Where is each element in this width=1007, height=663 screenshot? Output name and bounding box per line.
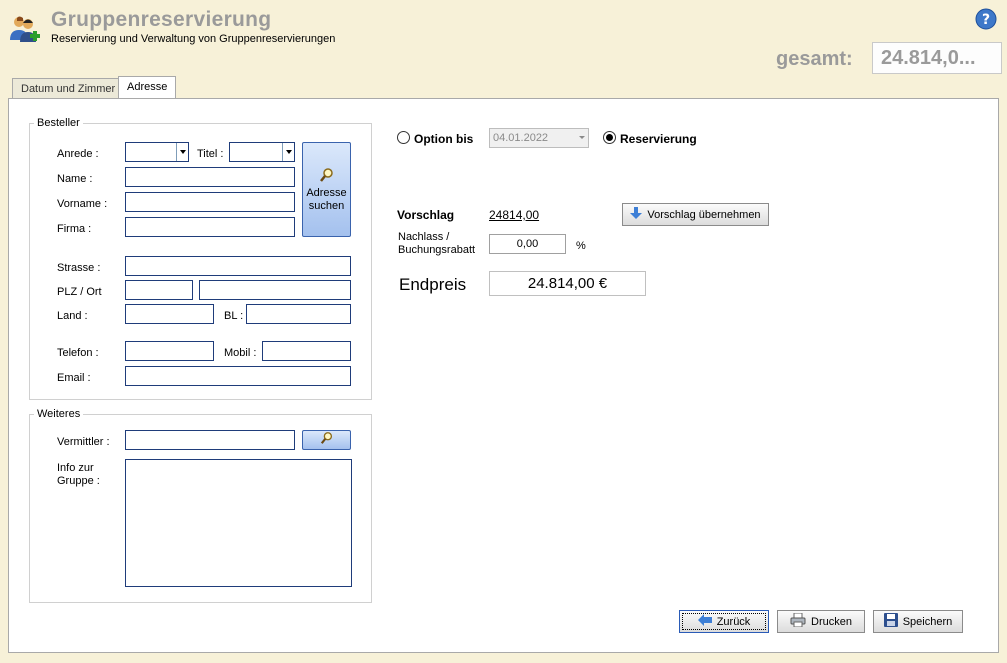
vorschlag-apply-button[interactable]: Vorschlag übernehmen bbox=[622, 203, 769, 226]
floppy-disk-icon bbox=[883, 613, 898, 630]
email-input[interactable] bbox=[125, 366, 351, 386]
search-icon bbox=[319, 167, 335, 187]
land-label: Land : bbox=[57, 310, 88, 322]
bl-label: BL : bbox=[224, 310, 244, 322]
vermittler-search-button[interactable] bbox=[302, 430, 351, 450]
name-label: Name : bbox=[57, 173, 93, 185]
option-radio[interactable] bbox=[397, 131, 410, 144]
titel-select[interactable] bbox=[229, 142, 295, 162]
anrede-select[interactable] bbox=[125, 142, 189, 162]
vorname-label: Vorname : bbox=[57, 198, 108, 210]
tab-adresse[interactable]: Adresse bbox=[118, 76, 177, 99]
plz-input[interactable] bbox=[125, 280, 193, 300]
vermittler-label: Vermittler : bbox=[57, 436, 110, 448]
info-label: Info zur Gruppe : bbox=[57, 462, 100, 487]
chevron-down-icon bbox=[282, 143, 294, 161]
printer-icon bbox=[790, 612, 806, 630]
strasse-input[interactable] bbox=[125, 256, 351, 276]
firma-label: Firma : bbox=[57, 223, 92, 235]
tab-datum-und-zimmer[interactable]: Datum und Zimmer bbox=[12, 78, 125, 100]
email-label: Email : bbox=[57, 372, 91, 384]
vorname-input[interactable] bbox=[125, 192, 295, 212]
percent-label: % bbox=[576, 240, 586, 252]
mobil-label: Mobil : bbox=[224, 347, 257, 359]
page-subtitle: Reservierung und Verwaltung von Gruppenr… bbox=[51, 33, 336, 45]
vorschlag-value-link[interactable]: 24814,00 bbox=[489, 208, 539, 222]
address-search-button[interactable]: Adresse suchen bbox=[302, 142, 351, 237]
anrede-label: Anrede : bbox=[57, 148, 99, 160]
option-date-value: 04.01.2022 bbox=[493, 132, 549, 144]
print-label: Drucken bbox=[811, 615, 852, 628]
reservierung-label: Reservierung bbox=[620, 132, 697, 146]
nachlass-label: Nachlass / Buchungsrabatt bbox=[398, 231, 476, 256]
endpreis-value: 24.814,00 € bbox=[489, 271, 646, 296]
land-input[interactable] bbox=[125, 304, 214, 324]
arrow-down-icon bbox=[630, 206, 643, 223]
save-button[interactable]: Speichern bbox=[873, 610, 963, 633]
vorschlag-apply-label: Vorschlag übernehmen bbox=[647, 208, 761, 221]
option-label: Option bis bbox=[414, 132, 474, 146]
option-date-select[interactable]: 04.01.2022 bbox=[489, 128, 589, 148]
vorschlag-label: Vorschlag bbox=[397, 208, 455, 222]
plz-ort-label: PLZ / Ort bbox=[57, 286, 102, 298]
chevron-down-icon bbox=[176, 143, 188, 161]
mobil-input[interactable] bbox=[262, 341, 351, 361]
search-icon bbox=[320, 431, 334, 449]
group-reservation-app-icon bbox=[8, 14, 40, 46]
nachlass-input[interactable]: 0,00 bbox=[489, 234, 566, 254]
total-label: gesamt: bbox=[776, 48, 853, 70]
print-button[interactable]: Drucken bbox=[777, 610, 865, 633]
weiteres-title: Weiteres bbox=[34, 408, 84, 420]
info-textarea[interactable] bbox=[125, 459, 352, 587]
svg-text:?: ? bbox=[982, 12, 990, 28]
help-icon[interactable]: ? bbox=[975, 8, 997, 30]
address-search-label: Adresse suchen bbox=[306, 186, 347, 212]
page-title: Gruppenreservierung bbox=[51, 8, 272, 31]
save-label: Speichern bbox=[902, 615, 953, 628]
endpreis-label: Endpreis bbox=[399, 275, 467, 294]
firma-input[interactable] bbox=[125, 217, 295, 237]
reservierung-radio[interactable] bbox=[603, 131, 616, 144]
telefon-label: Telefon : bbox=[57, 347, 99, 359]
titel-label: Titel : bbox=[197, 148, 224, 160]
besteller-title: Besteller bbox=[34, 117, 83, 129]
back-button[interactable]: Zurück bbox=[679, 610, 769, 633]
chevron-down-icon bbox=[579, 136, 585, 139]
back-label: Zurück bbox=[716, 615, 751, 628]
strasse-label: Strasse : bbox=[57, 262, 101, 274]
ort-input[interactable] bbox=[199, 280, 351, 300]
bundesland-input[interactable] bbox=[246, 304, 351, 324]
total-value: 24.814,0... bbox=[872, 42, 1002, 74]
name-input[interactable] bbox=[125, 167, 295, 187]
arrow-left-icon bbox=[697, 614, 712, 629]
telefon-input[interactable] bbox=[125, 341, 214, 361]
vermittler-input[interactable] bbox=[125, 430, 295, 450]
